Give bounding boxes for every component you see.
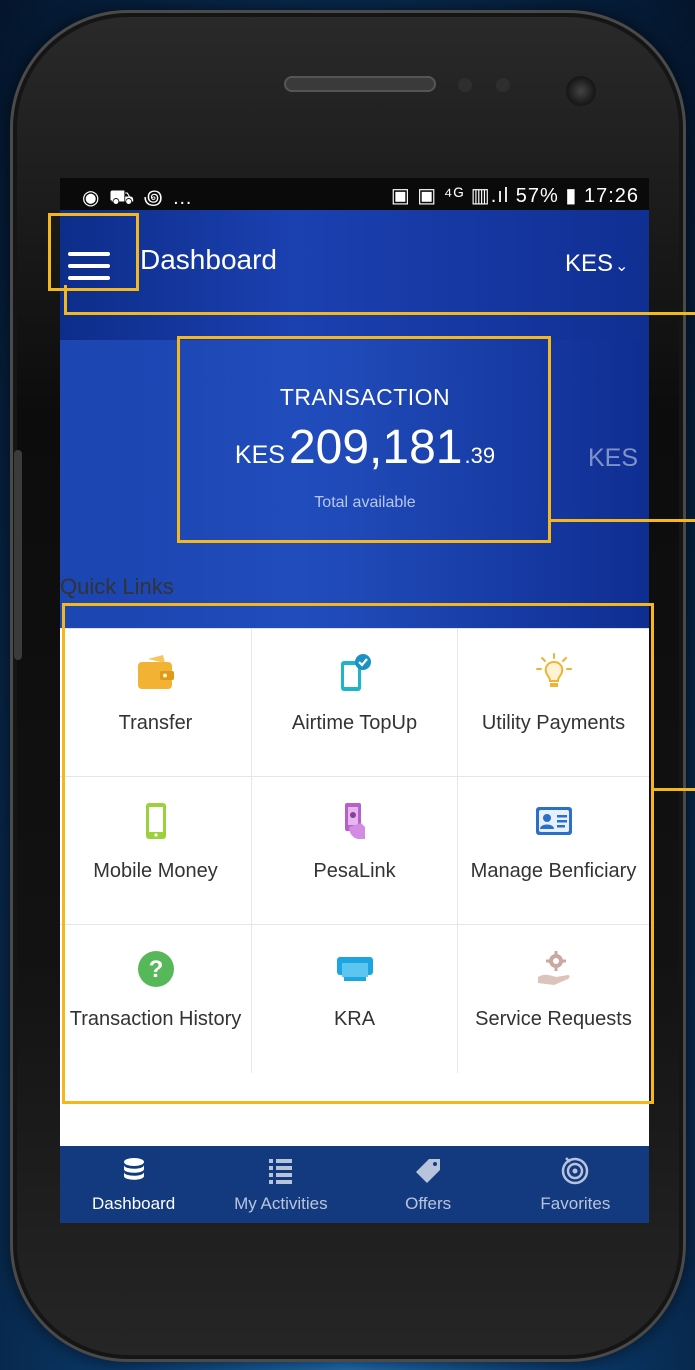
quick-link-transfer[interactable]: Transfer — [60, 629, 252, 777]
status-system-info: ▣ ▣ ⁴ᴳ ▥.ıl 57% ▮ 17:26 — [390, 185, 639, 207]
balance-caption: Total available — [314, 494, 416, 511]
gear-hand-icon — [537, 951, 569, 985]
quick-link-label: Utility Payments — [481, 712, 626, 734]
quick-link-label: Mobile Money — [93, 860, 218, 882]
hand-phone-icon — [344, 803, 365, 839]
quick-links-heading: Quick Links — [60, 574, 174, 599]
quick-link-label: Service Requests — [475, 1008, 632, 1030]
nav-my-activities[interactable]: My Activities — [207, 1146, 354, 1223]
front-camera — [566, 76, 596, 106]
light-sensor — [496, 78, 510, 92]
nav-dashboard[interactable]: Dashboard — [60, 1146, 207, 1223]
nav-offers[interactable]: Offers — [355, 1146, 502, 1223]
chevron-down-icon: ⌄ — [615, 258, 629, 275]
quick-links-grid: Transfer Airtime TopUp Utility Payments — [60, 628, 649, 1084]
quick-link-airtime-topup[interactable]: Airtime TopUp — [252, 629, 458, 777]
wallet-icon — [137, 655, 174, 689]
nav-favorites[interactable]: Favorites — [502, 1146, 649, 1223]
quick-link-label: KRA — [333, 1008, 376, 1030]
app-screen: ◉ ⛟ ꩜ … ▣ ▣ ⁴ᴳ ▥.ıl 57% ▮ 17:26 Dashboar… — [60, 178, 649, 1223]
nav-label: Dashboard — [92, 1194, 176, 1213]
question-icon: ? — [137, 951, 174, 987]
mobile-phone-icon — [145, 803, 166, 839]
quick-link-manage-beneficiary[interactable]: Manage Benficiary — [458, 777, 649, 925]
card-terminal-icon — [336, 957, 373, 981]
quick-link-label: Manage Benficiary — [470, 860, 637, 882]
quick-link-kra[interactable]: KRA — [252, 925, 458, 1073]
status-notification-icons: ◉ ⛟ ꩜ … — [82, 187, 195, 209]
lightbulb-icon — [535, 653, 572, 687]
menu-icon — [68, 252, 110, 256]
target-icon — [562, 1157, 589, 1185]
balance-currency: KES — [234, 441, 285, 469]
quick-link-service-requests[interactable]: Service Requests — [458, 925, 649, 1073]
balance-whole: 209,181 — [288, 421, 463, 474]
quick-link-transaction-history[interactable]: ? Transaction History — [60, 925, 252, 1073]
currency-label: KES — [565, 250, 614, 277]
database-icon — [123, 1158, 144, 1180]
id-card-icon — [535, 807, 572, 835]
quick-link-pesalink[interactable]: PesaLink — [252, 777, 458, 925]
quick-link-utility-payments[interactable]: Utility Payments — [458, 629, 649, 777]
quick-link-label: PesaLink — [313, 860, 396, 882]
currency-selector[interactable]: KES ⌄ — [565, 250, 628, 278]
nav-label: My Activities — [234, 1194, 328, 1213]
page-title: Dashboard — [140, 244, 277, 275]
nav-label: Favorites — [540, 1194, 611, 1213]
account-balance-card[interactable]: TRANSACTION KES209,181.39 Total availabl… — [180, 368, 550, 558]
quick-link-label: Transaction History — [69, 1008, 242, 1030]
next-account-card-peek[interactable]: KES — [588, 444, 638, 473]
bottom-navigation: Dashboard My Activities Offers Favorites — [60, 1146, 649, 1223]
nav-label: Offers — [405, 1194, 452, 1213]
quick-link-label: Transfer — [118, 712, 193, 734]
tag-icon — [416, 1159, 441, 1183]
svg-text:?: ? — [148, 956, 163, 983]
quick-link-label: Airtime TopUp — [291, 712, 418, 734]
account-type-label: TRANSACTION — [279, 384, 451, 410]
status-bar: ◉ ⛟ ꩜ … ▣ ▣ ⁴ᴳ ▥.ıl 57% ▮ 17:26 — [60, 178, 649, 210]
quick-link-mobile-money[interactable]: Mobile Money — [60, 777, 252, 925]
phone-topup-icon — [340, 654, 371, 691]
balance-amount: KES209,181.39 — [180, 420, 550, 475]
side-button[interactable] — [14, 450, 22, 660]
list-icon — [268, 1159, 292, 1184]
balance-decimal: .39 — [464, 443, 496, 468]
earpiece-speaker — [284, 76, 436, 92]
hamburger-menu-button[interactable] — [68, 248, 112, 284]
proximity-sensor — [458, 78, 472, 92]
